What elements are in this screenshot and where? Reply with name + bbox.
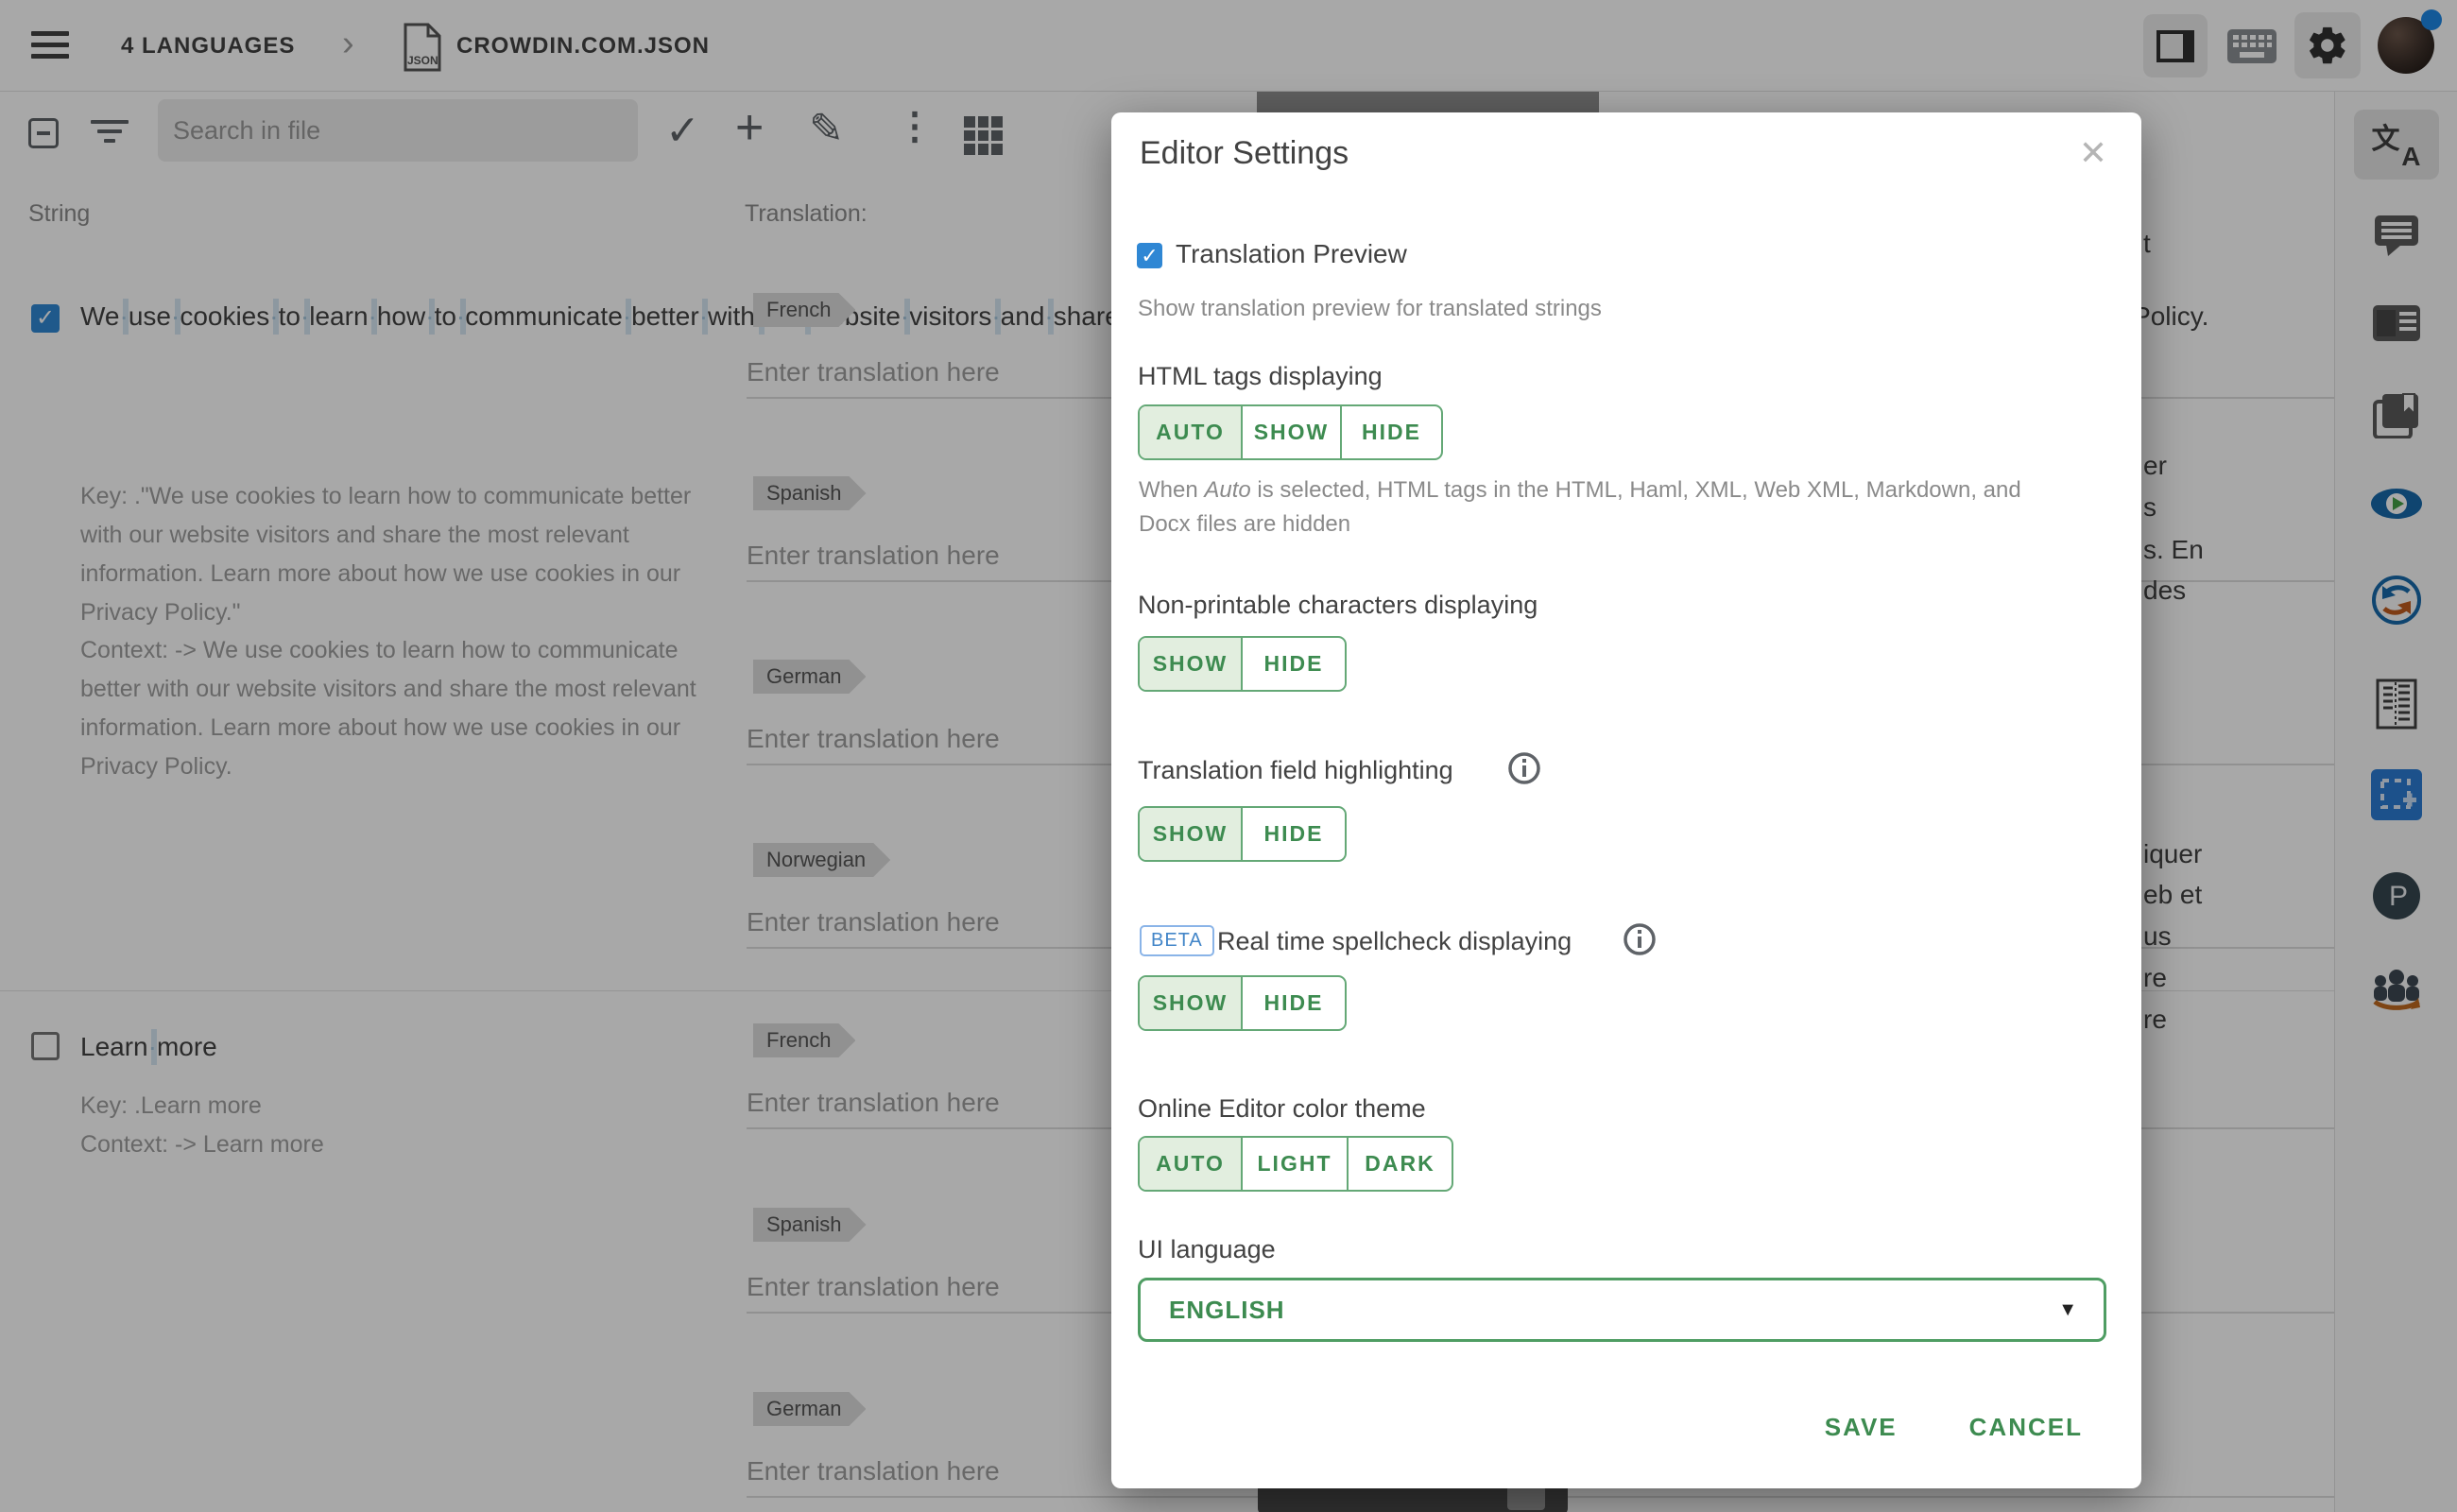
- beta-badge: BETA: [1140, 925, 1214, 956]
- toggle-option-auto[interactable]: AUTO: [1140, 1138, 1241, 1190]
- info-icon[interactable]: [1623, 922, 1657, 956]
- non-printable-toggle: SHOW HIDE: [1138, 636, 1347, 692]
- toggle-option-hide[interactable]: HIDE: [1241, 808, 1345, 860]
- ui-language-value: ENGLISH: [1169, 1280, 1285, 1339]
- dialog-title: Editor Settings: [1140, 135, 1349, 172]
- field-highlighting-heading: Translation field highlighting: [1138, 756, 1453, 785]
- color-theme-heading: Online Editor color theme: [1138, 1094, 1426, 1124]
- field-highlighting-toggle: SHOW HIDE: [1138, 806, 1347, 862]
- html-tags-help: When Auto is selected, HTML tags in the …: [1139, 473, 2079, 541]
- spellcheck-heading: Real time spellcheck displaying: [1217, 927, 1572, 956]
- translation-preview-checkbox[interactable]: ✓: [1137, 243, 1162, 268]
- toggle-option-show[interactable]: SHOW: [1140, 808, 1241, 860]
- toggle-option-hide[interactable]: HIDE: [1340, 406, 1441, 458]
- translation-preview-label: Translation Preview: [1176, 239, 1407, 269]
- toggle-option-show[interactable]: SHOW: [1241, 406, 1340, 458]
- toggle-option-light[interactable]: LIGHT: [1241, 1138, 1347, 1190]
- toggle-option-show[interactable]: SHOW: [1140, 977, 1241, 1029]
- save-button[interactable]: SAVE: [1825, 1413, 1898, 1442]
- chevron-down-icon: ▼: [2058, 1280, 2077, 1339]
- help-italic-auto: Auto: [1204, 477, 1250, 503]
- toggle-option-show[interactable]: SHOW: [1140, 638, 1241, 690]
- toggle-option-auto[interactable]: AUTO: [1140, 406, 1241, 458]
- cancel-button[interactable]: CANCEL: [1969, 1413, 2083, 1442]
- ui-language-label: UI language: [1138, 1235, 1276, 1264]
- toggle-option-hide[interactable]: HIDE: [1241, 638, 1345, 690]
- non-printable-heading: Non-printable characters displaying: [1138, 591, 1538, 620]
- translation-preview-description: Show translation preview for translated …: [1138, 296, 1602, 322]
- html-tags-heading: HTML tags displaying: [1138, 362, 1383, 391]
- color-theme-toggle: AUTO LIGHT DARK: [1138, 1136, 1453, 1192]
- toggle-option-dark[interactable]: DARK: [1347, 1138, 1452, 1190]
- spellcheck-toggle: SHOW HIDE: [1138, 975, 1347, 1031]
- html-tags-toggle: AUTO SHOW HIDE: [1138, 404, 1443, 460]
- ui-language-select[interactable]: ENGLISH ▼: [1138, 1278, 2106, 1342]
- close-icon[interactable]: ✕: [2079, 133, 2107, 173]
- toggle-option-hide[interactable]: HIDE: [1241, 977, 1345, 1029]
- editor-settings-dialog: Editor Settings ✕ ✓ Translation Preview …: [1111, 112, 2141, 1488]
- info-icon[interactable]: [1507, 751, 1541, 785]
